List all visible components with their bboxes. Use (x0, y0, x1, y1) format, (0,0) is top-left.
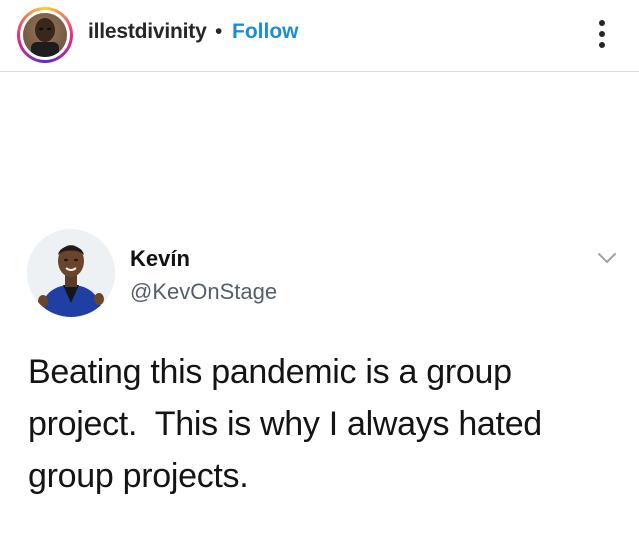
more-vertical-icon[interactable] (590, 16, 614, 52)
tweet-text-line: group projects. (28, 457, 249, 495)
profile-avatar[interactable] (17, 7, 73, 63)
tweet-text: Beating this pandemic is a group project… (28, 346, 608, 502)
tweet-text-line: project. This is why I always hated (28, 405, 542, 443)
follow-button[interactable]: Follow (232, 20, 299, 44)
tweet-author-name: Kevín (130, 246, 190, 271)
tweet-text-line: Beating this pandemic is a group (28, 353, 512, 391)
chevron-down-icon[interactable] (596, 250, 618, 266)
profile-photo-image (23, 13, 67, 57)
tweet-author-avatar (27, 229, 115, 317)
separator-dot: • (215, 20, 223, 43)
post-header: illestdivinity • Follow (0, 0, 639, 72)
tweet-author-handle: @KevOnStage (130, 279, 278, 304)
profile-username[interactable]: illestdivinity (88, 20, 207, 44)
